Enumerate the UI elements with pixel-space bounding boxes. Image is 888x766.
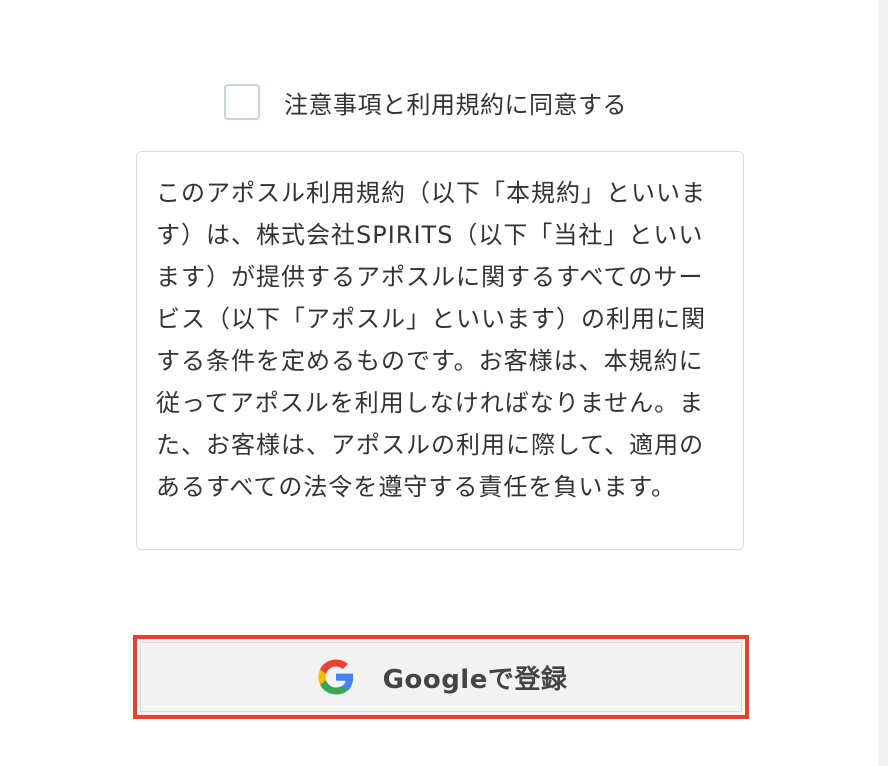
google-signup-label: Googleで登録 bbox=[382, 664, 568, 695]
google-signup-button[interactable]: Googleで登録 bbox=[140, 642, 742, 712]
google-g-icon bbox=[318, 659, 353, 695]
agree-checkbox[interactable] bbox=[224, 84, 260, 120]
terms-text: このアポスル利用規約（以下「本規約」といいます）は、株式会社SPIRITS（以下… bbox=[156, 179, 706, 501]
agreement-row: 注意事項と利用規約に同意する bbox=[224, 82, 627, 122]
agree-label[interactable]: 注意事項と利用規約に同意する bbox=[284, 85, 627, 120]
scroll-edge bbox=[878, 0, 888, 766]
terms-scroll-box[interactable]: このアポスル利用規約（以下「本規約」といいます）は、株式会社SPIRITS（以下… bbox=[136, 151, 744, 550]
google-signup-button-highlight[interactable]: Googleで登録 bbox=[133, 635, 749, 719]
